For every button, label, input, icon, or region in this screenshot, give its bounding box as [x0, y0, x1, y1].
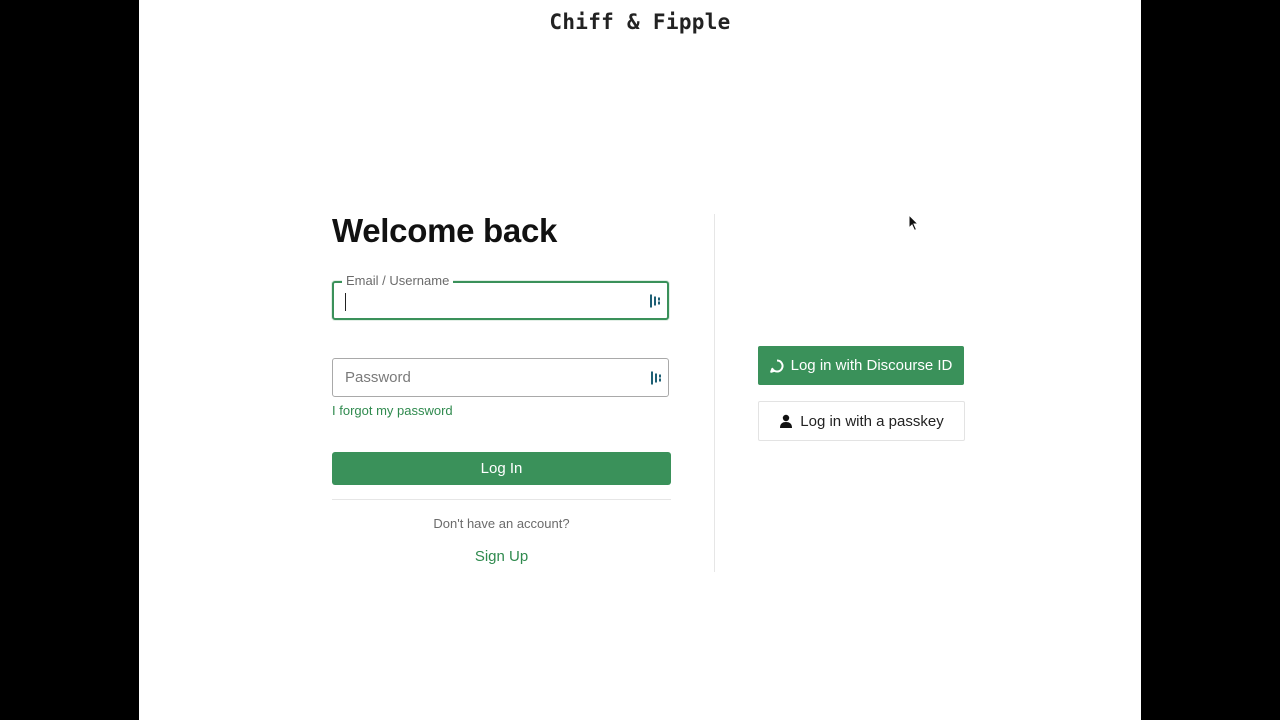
password-input[interactable]: [345, 359, 635, 396]
text-caret: [345, 293, 346, 311]
passkey-login-label: Log in with a passkey: [800, 412, 944, 430]
horizontal-divider: [332, 499, 671, 500]
login-button[interactable]: Log In: [332, 452, 671, 485]
mouse-cursor-icon: [908, 214, 920, 232]
email-field[interactable]: Email / Username: [332, 273, 669, 320]
password-field[interactable]: [332, 358, 669, 397]
chat-bubble-icon: [769, 358, 784, 373]
user-icon: [780, 414, 793, 428]
vertical-divider: [714, 214, 715, 572]
passkey-login-button[interactable]: Log in with a passkey: [758, 401, 965, 441]
forgot-password-link[interactable]: I forgot my password: [332, 403, 453, 418]
login-page: Chiff & Fipple Welcome back Email / User…: [139, 0, 1141, 720]
password-manager-icon[interactable]: [651, 371, 662, 384]
no-account-text: Don't have an account?: [433, 516, 570, 531]
site-logo[interactable]: Chiff & Fipple: [139, 10, 1141, 34]
discourse-login-button[interactable]: Log in with Discourse ID: [758, 346, 964, 385]
email-input[interactable]: [346, 283, 636, 318]
signup-link[interactable]: Sign Up: [332, 548, 671, 565]
page-title: Welcome back: [332, 212, 558, 249]
discourse-login-label: Log in with Discourse ID: [790, 357, 953, 374]
password-manager-icon[interactable]: [650, 294, 661, 307]
